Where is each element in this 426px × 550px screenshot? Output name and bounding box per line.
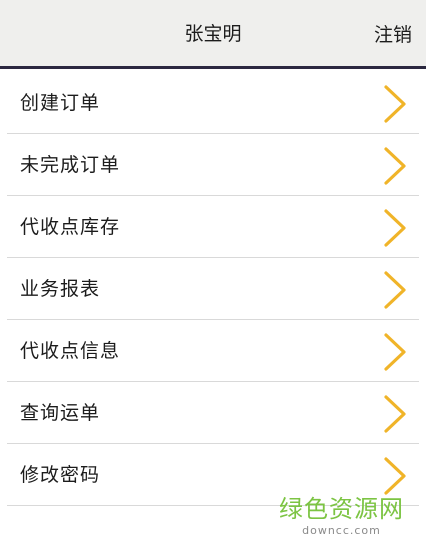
chevron-right-icon xyxy=(384,209,406,247)
app-header: 张宝明 注销 xyxy=(0,0,426,69)
menu-item-change-password[interactable]: 修改密码 xyxy=(0,444,426,506)
menu-item-label: 修改密码 xyxy=(20,464,101,486)
menu-item-label: 代收点信息 xyxy=(20,340,121,362)
menu-item-label: 创建订单 xyxy=(20,92,101,114)
menu-item-pickup-inventory[interactable]: 代收点库存 xyxy=(0,196,426,258)
chevron-right-icon xyxy=(384,333,406,371)
menu-item-label: 业务报表 xyxy=(20,278,101,300)
menu-item-incomplete-orders[interactable]: 未完成订单 xyxy=(0,134,426,196)
logout-button[interactable]: 注销 xyxy=(374,21,412,49)
menu-list: 创建订单 未完成订单 代收点库存 业务报表 代收点信息 查询运单 修改密码 xyxy=(0,72,426,506)
menu-item-business-report[interactable]: 业务报表 xyxy=(0,258,426,320)
menu-item-track-waybill[interactable]: 查询运单 xyxy=(0,382,426,444)
chevron-right-icon xyxy=(384,457,406,495)
menu-item-create-order[interactable]: 创建订单 xyxy=(0,72,426,134)
chevron-right-icon xyxy=(384,395,406,433)
menu-item-label: 查询运单 xyxy=(20,402,101,424)
menu-item-label: 未完成订单 xyxy=(20,154,121,176)
chevron-right-icon xyxy=(384,271,406,309)
chevron-right-icon xyxy=(384,147,406,185)
watermark-domain: downcc.com xyxy=(302,524,381,537)
menu-item-label: 代收点库存 xyxy=(20,216,121,238)
chevron-right-icon xyxy=(384,85,406,123)
page-title: 张宝明 xyxy=(184,23,242,45)
menu-item-pickup-info[interactable]: 代收点信息 xyxy=(0,320,426,382)
